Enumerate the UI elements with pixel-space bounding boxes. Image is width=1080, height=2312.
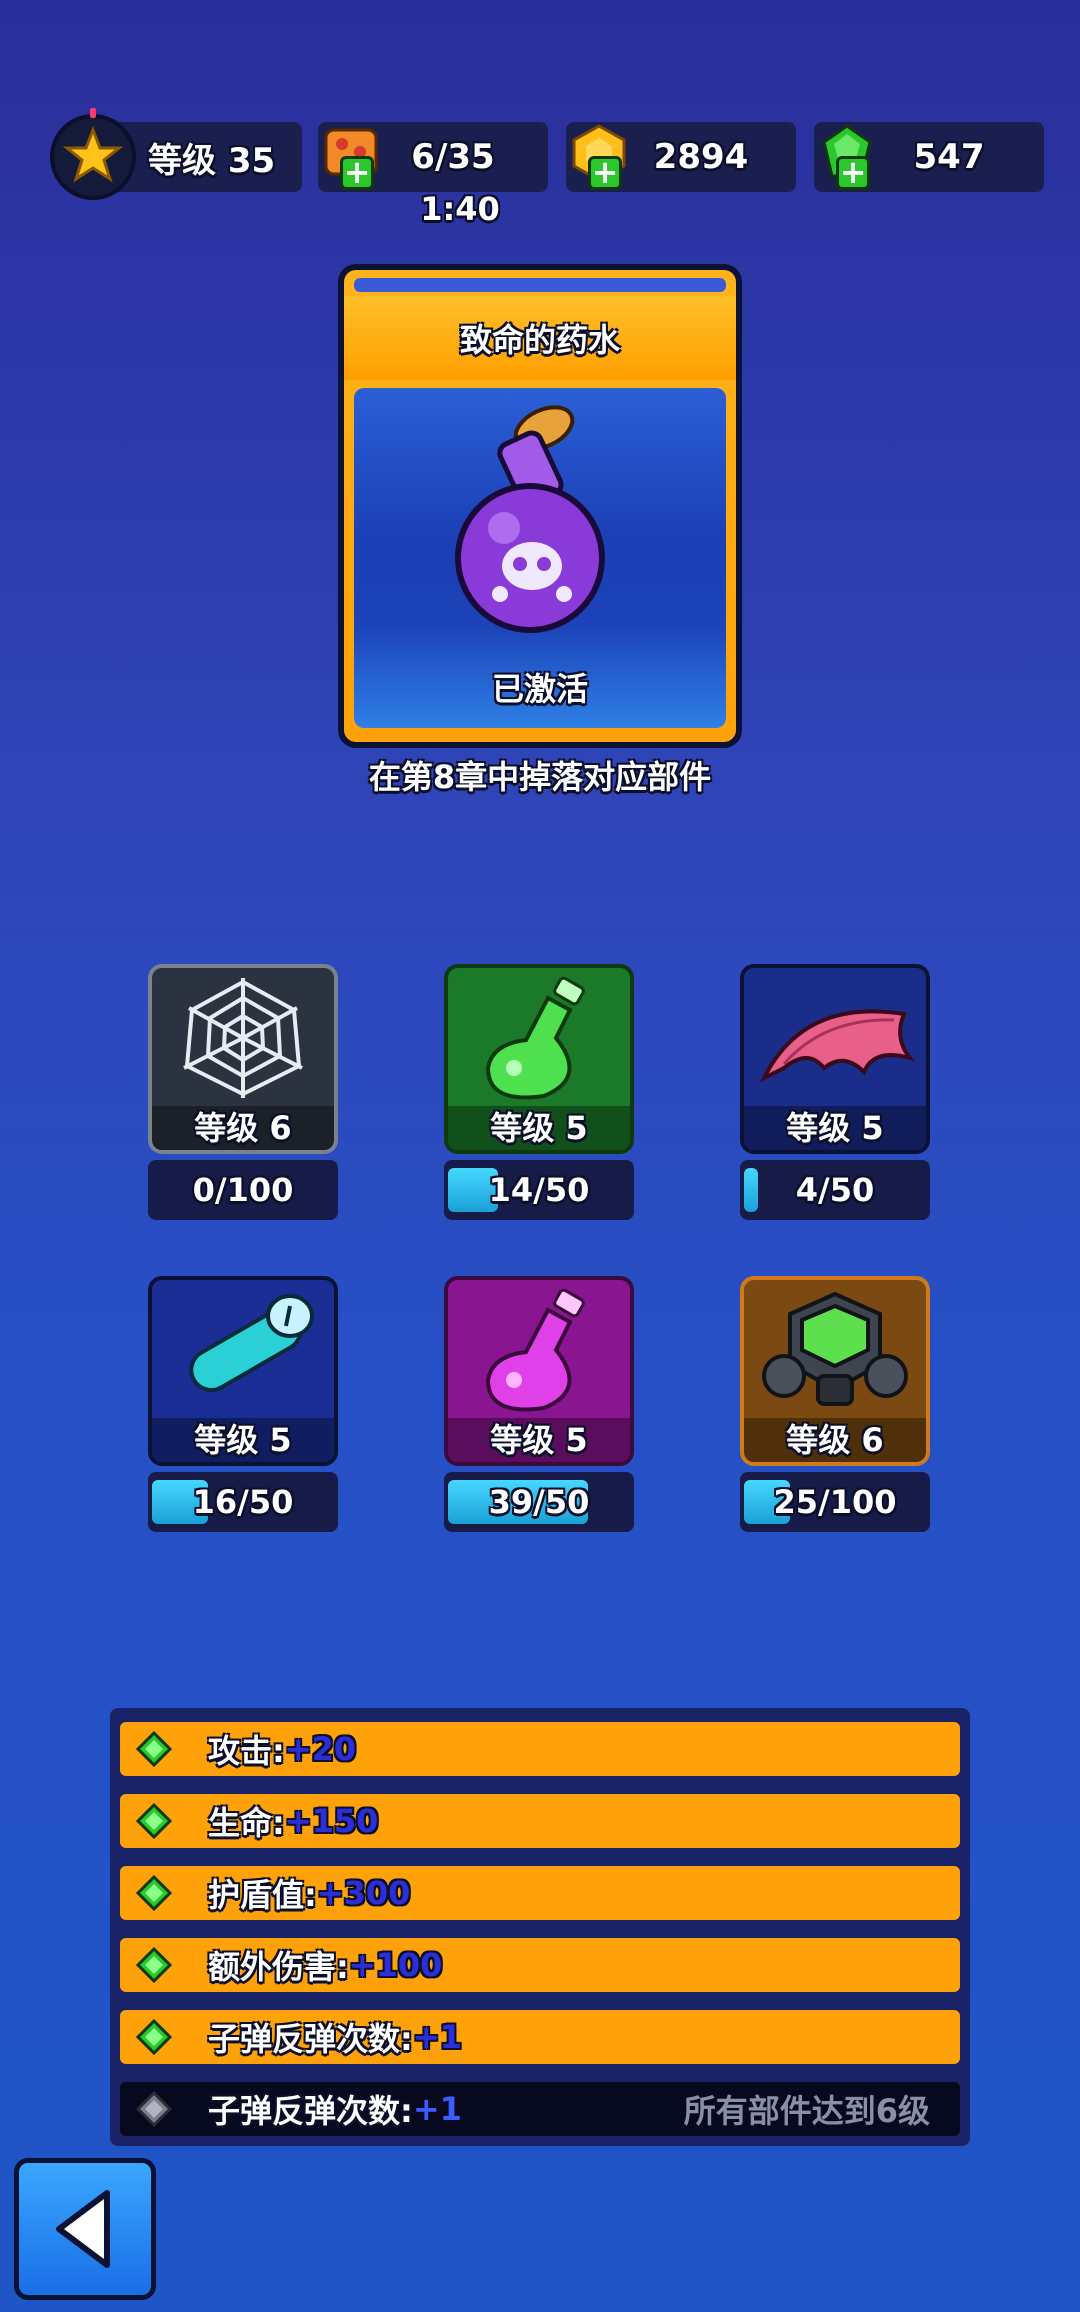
hero-item-title: 致命的药水 bbox=[459, 321, 620, 359]
add-energy-button[interactable]: + bbox=[340, 156, 374, 190]
part-progress-text: 16/50 bbox=[192, 1483, 294, 1521]
green-gem-icon bbox=[136, 1731, 172, 1767]
part-tile-gas-mask[interactable]: 等级 6 bbox=[740, 1276, 930, 1466]
player-level-label: 等级 35 bbox=[148, 140, 276, 181]
energy-timer: 1:40 bbox=[420, 190, 500, 228]
bonus-row: 护盾值: +300 bbox=[120, 1866, 960, 1920]
energy-value: 6/35 bbox=[411, 137, 495, 177]
bonus-label: 额外伤害: bbox=[208, 1948, 349, 1986]
part-progress-green-flask: 14/50 bbox=[444, 1160, 634, 1220]
bonus-value: +150 bbox=[284, 1802, 379, 1840]
bonus-label: 攻击: bbox=[208, 1732, 285, 1770]
vial-icon bbox=[189, 1294, 314, 1392]
part-level: 等级 5 bbox=[152, 1418, 334, 1462]
bonus-value: +1 bbox=[412, 2018, 462, 2056]
coins-value: 2894 bbox=[653, 137, 749, 177]
hero-item-caption: 在第8章中掉落对应部件 bbox=[368, 758, 712, 796]
part-progress-text: 14/50 bbox=[488, 1171, 590, 1209]
bonus-row: 子弹反弹次数: +1 bbox=[120, 2010, 960, 2064]
part-progress-text: 39/50 bbox=[488, 1483, 590, 1521]
part-level: 等级 5 bbox=[744, 1106, 926, 1150]
green-gem-icon bbox=[136, 2019, 172, 2055]
part-tile-bat-wing[interactable]: 等级 5 bbox=[740, 964, 930, 1154]
player-level-pill[interactable]: 等级 35 bbox=[108, 122, 302, 192]
part-level: 等级 5 bbox=[448, 1418, 630, 1462]
card-top-strip bbox=[354, 278, 726, 292]
gems-value: 547 bbox=[913, 137, 985, 177]
part-progress-gas-mask: 25/100 bbox=[740, 1472, 930, 1532]
bonus-value: +1 bbox=[412, 2090, 462, 2128]
hero-item-card[interactable]: 致命的药水 已激活 bbox=[338, 264, 742, 748]
green-flask-icon bbox=[485, 976, 585, 1100]
bonus-label: 生命: bbox=[208, 1804, 285, 1842]
part-tile-spider-web[interactable]: 等级 6 bbox=[148, 964, 338, 1154]
level-marker bbox=[90, 108, 96, 118]
part-level: 等级 6 bbox=[744, 1418, 926, 1462]
part-progress-purple-flask: 39/50 bbox=[444, 1472, 634, 1532]
add-gems-button[interactable]: + bbox=[836, 156, 870, 190]
bonus-row-locked: 子弹反弹次数: +1 所有部件达到6级 bbox=[120, 2082, 960, 2136]
green-gem-icon bbox=[136, 1875, 172, 1911]
gas-mask-icon bbox=[762, 1291, 908, 1406]
bat-wing-icon bbox=[759, 1009, 916, 1083]
part-tile-vial[interactable]: 等级 5 bbox=[148, 1276, 338, 1466]
part-level: 等级 5 bbox=[448, 1106, 630, 1150]
set-bonus-panel: 攻击: +20 生命: +150 护盾值: +300 额外伤害: +100 子弹… bbox=[110, 1708, 970, 2146]
bonus-row: 生命: +150 bbox=[120, 1794, 960, 1848]
purple-flask-icon bbox=[485, 1288, 585, 1412]
part-tile-green-flask[interactable]: 等级 5 bbox=[444, 964, 634, 1154]
add-coins-button[interactable]: + bbox=[588, 156, 622, 190]
part-progress-text: 4/50 bbox=[795, 1171, 875, 1209]
part-level: 等级 6 bbox=[152, 1106, 334, 1150]
hero-item-image-area: 已激活 bbox=[354, 388, 726, 728]
bonus-value: +20 bbox=[284, 1730, 357, 1768]
back-button[interactable] bbox=[14, 2158, 156, 2300]
part-progress-bat-wing: 4/50 bbox=[740, 1160, 930, 1220]
green-gem-icon bbox=[136, 1803, 172, 1839]
star-icon bbox=[62, 125, 124, 183]
bonus-value: +100 bbox=[348, 1946, 443, 1984]
spider-web-icon bbox=[183, 978, 303, 1098]
gray-gem-icon bbox=[136, 2091, 172, 2127]
hero-title-bar: 致命的药水 bbox=[344, 296, 736, 380]
green-gem-icon bbox=[136, 1947, 172, 1983]
back-arrow-icon bbox=[56, 2190, 110, 2268]
part-progress-text: 25/100 bbox=[773, 1483, 897, 1521]
level-badge[interactable] bbox=[50, 114, 136, 200]
bonus-label: 子弹反弹次数: bbox=[208, 2020, 413, 2058]
bonus-requirement: 所有部件达到6级 bbox=[683, 2092, 930, 2130]
bonus-value: +300 bbox=[316, 1874, 411, 1912]
part-progress-text: 0/100 bbox=[192, 1171, 294, 1209]
part-tile-purple-flask[interactable]: 等级 5 bbox=[444, 1276, 634, 1466]
bonus-row: 额外伤害: +100 bbox=[120, 1938, 960, 1992]
hero-item-status: 已激活 bbox=[491, 670, 588, 708]
bonus-label: 护盾值: bbox=[208, 1876, 317, 1914]
bonus-label: 子弹反弹次数: bbox=[208, 2092, 413, 2130]
part-progress-spider-web: 0/100 bbox=[148, 1160, 338, 1220]
part-progress-vial: 16/50 bbox=[148, 1472, 338, 1532]
bonus-row: 攻击: +20 bbox=[120, 1722, 960, 1776]
